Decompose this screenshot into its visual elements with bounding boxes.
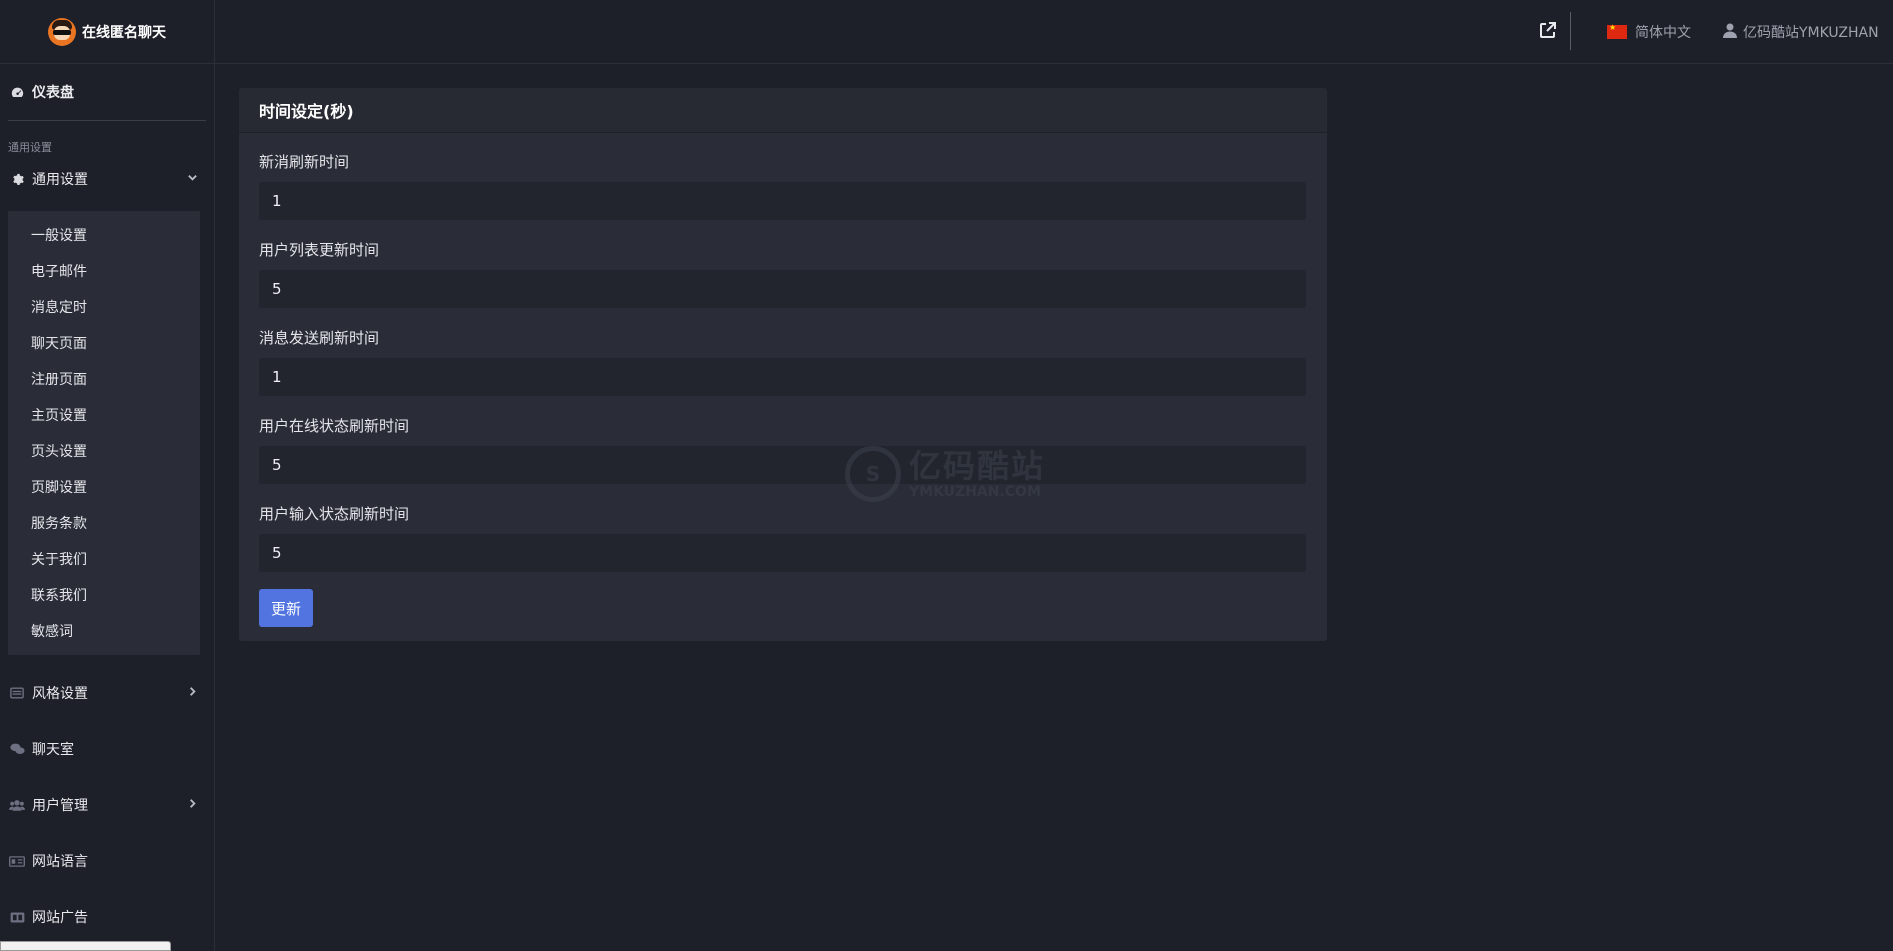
- external-link-icon: [1539, 21, 1557, 43]
- gear-icon: [8, 173, 26, 186]
- user-list-update-label: 用户列表更新时间: [259, 241, 380, 259]
- sidebar-item-chat-rooms-label: 聊天室: [32, 742, 74, 758]
- submenu-item-general[interactable]: 一般设置: [8, 217, 200, 253]
- submenu-item-email[interactable]: 电子邮件: [8, 253, 200, 289]
- update-button[interactable]: 更新: [259, 589, 314, 627]
- users-icon: [8, 799, 26, 811]
- sidebar-item-dashboard-label: 仪表盘: [32, 85, 74, 101]
- sidebar-item-user-management-label: 用户管理: [32, 798, 88, 814]
- dashboard-gauge-icon: [8, 86, 26, 99]
- submenu-item-footer[interactable]: 页脚设置: [8, 469, 200, 505]
- chat-bubbles-icon: [8, 743, 26, 755]
- user-list-update-input[interactable]: [259, 270, 1306, 308]
- sidebar-item-style-settings[interactable]: 风格设置: [0, 665, 214, 721]
- submenu-item-message-timing[interactable]: 消息定时: [8, 289, 200, 325]
- submenu-item-about[interactable]: 关于我们: [8, 541, 200, 577]
- chevron-down-icon: [187, 172, 198, 186]
- chevron-right-icon: [187, 798, 198, 812]
- language-selector[interactable]: 简体中文: [1607, 0, 1691, 64]
- online-status-refresh-label: 用户在线状态刷新时间: [259, 417, 410, 435]
- message-send-refresh-input[interactable]: [259, 358, 1306, 396]
- time-settings-form: 新消刷新时间 用户列表更新时间 消息发送刷新时间 用户在线状态刷新时间 用户输入…: [239, 133, 1327, 627]
- typing-status-refresh-input[interactable]: [259, 534, 1306, 572]
- header-separator: [1570, 12, 1571, 50]
- sidebar-item-general-settings[interactable]: 通用设置: [0, 161, 214, 197]
- user-menu[interactable]: 亿码酷站YMKUZHAN: [1723, 0, 1879, 64]
- submenu-item-contact[interactable]: 联系我们: [8, 577, 200, 613]
- submenu-item-header[interactable]: 页头设置: [8, 433, 200, 469]
- sidebar-item-site-ads[interactable]: 网站广告: [0, 889, 214, 945]
- online-status-refresh-input[interactable]: [259, 446, 1306, 484]
- ad-icon: [8, 911, 26, 923]
- sidebar-item-site-language-label: 网站语言: [32, 854, 88, 870]
- sidebar-item-general-settings-label: 通用设置: [32, 172, 88, 188]
- chevron-right-icon: [187, 686, 198, 700]
- user-icon: [1723, 23, 1737, 42]
- china-flag-icon: [1607, 23, 1627, 39]
- sidebar-item-dashboard[interactable]: 仪表盘: [0, 64, 214, 120]
- username: 亿码酷站YMKUZHAN: [1743, 25, 1879, 41]
- submenu-item-homepage[interactable]: 主页设置: [8, 397, 200, 433]
- general-settings-submenu: 一般设置 电子邮件 消息定时 聊天页面 注册页面 主页设置 页头设置 页脚设置 …: [8, 211, 200, 655]
- typing-status-refresh-label: 用户输入状态刷新时间: [259, 505, 410, 523]
- language-label: 简体中文: [1635, 25, 1691, 41]
- language-icon: [8, 855, 26, 867]
- layout-icon: [8, 687, 26, 699]
- sidebar-item-style-settings-label: 风格设置: [32, 686, 88, 702]
- brand-title: 在线匿名聊天: [82, 24, 166, 41]
- card-title: 时间设定(秒): [239, 88, 1327, 133]
- message-send-refresh-label: 消息发送刷新时间: [259, 329, 380, 347]
- new-message-refresh-label: 新消刷新时间: [259, 153, 350, 171]
- top-header: 简体中文 亿码酷站YMKUZHAN: [215, 0, 1893, 64]
- submenu-item-terms[interactable]: 服务条款: [8, 505, 200, 541]
- time-settings-card: 时间设定(秒) 新消刷新时间 用户列表更新时间 消息发送刷新时间 用户在线状态刷…: [239, 88, 1327, 641]
- submenu-item-sensitive-words[interactable]: 敏感词: [8, 613, 200, 649]
- sidebar-item-site-ads-label: 网站广告: [32, 910, 88, 926]
- sidebar-item-user-management[interactable]: 用户管理: [0, 777, 214, 833]
- browser-status-tooltip: [0, 941, 171, 951]
- sidebar-section-label: 通用设置: [8, 141, 52, 154]
- sidebar-item-chat-rooms[interactable]: 聊天室: [0, 721, 214, 777]
- new-message-refresh-input[interactable]: [259, 182, 1306, 220]
- sidebar-item-site-language[interactable]: 网站语言: [0, 833, 214, 889]
- submenu-item-chat-page[interactable]: 聊天页面: [8, 325, 200, 361]
- sidebar: 在线匿名聊天 仪表盘 通用设置 通用设置 一般设置 电子邮件 消息定时 聊天页面…: [0, 0, 215, 951]
- brand-logo-icon: [48, 17, 76, 46]
- submenu-item-register-page[interactable]: 注册页面: [8, 361, 200, 397]
- brand[interactable]: 在线匿名聊天: [0, 0, 214, 64]
- external-link-button[interactable]: [1518, 0, 1578, 64]
